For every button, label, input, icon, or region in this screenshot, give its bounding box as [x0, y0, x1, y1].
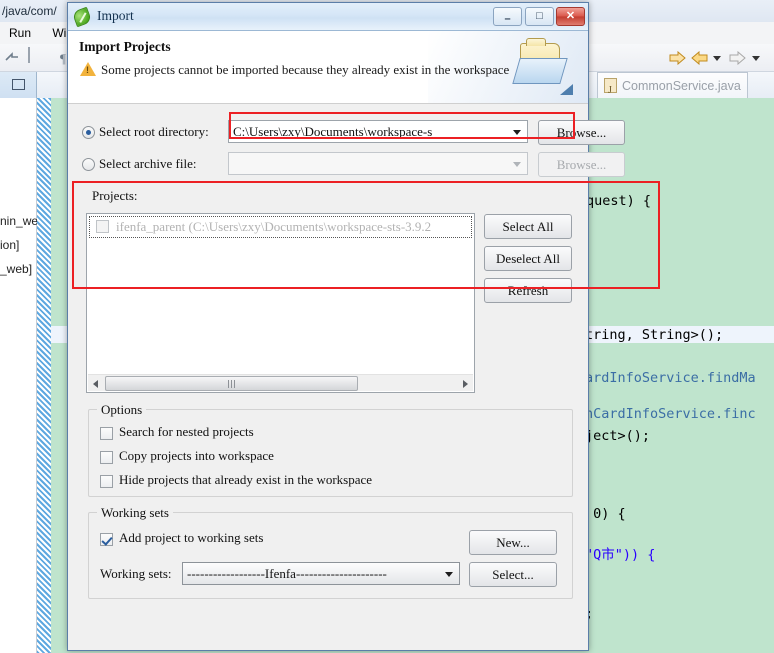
outline-view-icon[interactable] [28, 47, 48, 68]
select-working-set-button[interactable]: Select... [469, 562, 557, 587]
projects-label: Projects: [92, 188, 138, 203]
label-add-project-to-working-sets: Add project to working sets [119, 530, 264, 545]
code-line-5: 0) { [585, 506, 626, 522]
forward-dropdown-icon[interactable] [752, 56, 761, 61]
forward-step-icon[interactable] [669, 50, 687, 66]
dialog-body: Select root directory: C:\Users\zxy\Docu… [68, 104, 625, 650]
menu-item-run[interactable]: Run [0, 26, 40, 40]
project-explorer-panel[interactable]: nin_we ion] _web] [0, 72, 38, 653]
import-dialog[interactable]: Import – □ ✕ Import Projects Some projec… [67, 2, 625, 651]
dialog-title-bar[interactable]: Import – □ ✕ [68, 3, 588, 31]
editor-overview-ruler[interactable] [37, 98, 51, 653]
maximize-icon: □ [536, 10, 543, 22]
browse-root-directory-button[interactable]: Browse... [538, 120, 625, 145]
label-select-root-directory: Select root directory: [99, 124, 209, 139]
project-checkbox[interactable] [96, 220, 109, 233]
chevron-down-icon-archive [513, 162, 521, 167]
close-icon: ✕ [565, 10, 576, 22]
chevron-down-icon-working-sets [445, 572, 453, 577]
working-sets-group: Working sets Add project to working sets… [88, 505, 573, 599]
chevron-down-icon [513, 130, 521, 135]
code-line-0: quest) { [586, 193, 652, 209]
back-arrow-icon[interactable] [690, 50, 708, 66]
select-all-button[interactable]: Select All [484, 214, 572, 239]
radio-select-archive-file[interactable] [82, 158, 95, 171]
explorer-view-tab[interactable] [0, 72, 37, 98]
new-working-set-button[interactable]: New... [469, 530, 557, 555]
checkbox-copy-projects[interactable] [100, 451, 113, 464]
back-dropdown-icon[interactable] [713, 56, 722, 61]
projects-horizontal-scrollbar[interactable] [88, 374, 473, 391]
checkbox-search-nested-projects[interactable] [100, 427, 113, 440]
toolbar-misc-icon[interactable] [2, 48, 22, 68]
label-copy-projects: Copy projects into workspace [119, 448, 274, 463]
code-line-3: hCardInfoService.finc [585, 406, 756, 422]
tree-item-1[interactable]: ion] [0, 238, 19, 252]
checkbox-add-project-to-working-sets[interactable] [100, 533, 113, 546]
options-group-title: Options [97, 402, 147, 418]
scroll-right-icon[interactable] [463, 380, 468, 388]
page-title: Import Projects [79, 39, 171, 54]
project-name: ifenfa_parent (C:\Users\zxy\Documents\wo… [116, 219, 432, 234]
radio-select-root-directory[interactable] [82, 126, 95, 139]
maximize-button[interactable]: □ [525, 7, 554, 26]
root-directory-value: C:\Users\zxy\Documents\workspace-s [233, 124, 433, 139]
dialog-header: Import Projects Some projects cannot be … [68, 31, 588, 104]
editor-tab-commonservice[interactable]: CommonService.java [597, 72, 748, 104]
list-item[interactable]: ifenfa_parent (C:\Users\zxy\Documents\wo… [89, 216, 472, 238]
refresh-button[interactable]: Refresh [484, 278, 572, 303]
checkbox-hide-existing-projects[interactable] [100, 475, 113, 488]
projects-list[interactable]: ifenfa_parent (C:\Users\zxy\Documents\wo… [86, 213, 475, 393]
spring-leaf-icon [71, 6, 93, 28]
code-line-1: tring, String>(); [585, 327, 724, 343]
label-select-archive-file: Select archive file: [99, 156, 197, 171]
svg-text:¶: ¶ [60, 51, 66, 66]
options-group: Options Search for nested projects Copy … [88, 402, 573, 497]
tree-item-2[interactable]: _web] [0, 262, 32, 276]
working-sets-label: Working sets: [100, 566, 172, 581]
minimize-button[interactable]: – [493, 7, 522, 26]
working-sets-combo[interactable]: ------------------Ifenfa----------------… [182, 562, 460, 585]
editor-tab-label: CommonService.java [622, 79, 741, 93]
deselect-all-button[interactable]: Deselect All [484, 246, 572, 271]
java-file-icon [604, 78, 617, 104]
dialog-title: Import [97, 8, 134, 23]
scrollbar-thumb[interactable] [105, 376, 358, 391]
forward-arrow-icon[interactable] [729, 50, 747, 66]
working-sets-group-title: Working sets [97, 505, 173, 521]
label-hide-existing-projects: Hide projects that already exist in the … [119, 472, 373, 487]
minimize-icon: – [504, 13, 511, 25]
code-line-4: ject>(); [585, 428, 651, 444]
folder-icon [512, 38, 574, 95]
scroll-left-icon[interactable] [93, 380, 98, 388]
code-line-2: ardInfoService.findMa [585, 370, 756, 386]
close-button[interactable]: ✕ [556, 7, 585, 26]
tree-item-0[interactable]: nin_we [0, 214, 38, 228]
root-directory-combo[interactable]: C:\Users\zxy\Documents\workspace-s [228, 120, 528, 143]
code-line-6: "Q市")) { [585, 547, 656, 563]
warning-icon [80, 62, 96, 76]
browse-archive-file-button: Browse... [538, 152, 625, 177]
label-search-nested-projects: Search for nested projects [119, 424, 254, 439]
archive-file-combo[interactable] [228, 152, 528, 175]
screenshot-root: /java/com/ Run Win ¶ nin_we ion] _web] J… [0, 0, 774, 653]
working-sets-value: ------------------Ifenfa----------------… [187, 566, 387, 581]
status-message: Some projects cannot be imported because… [101, 62, 510, 77]
